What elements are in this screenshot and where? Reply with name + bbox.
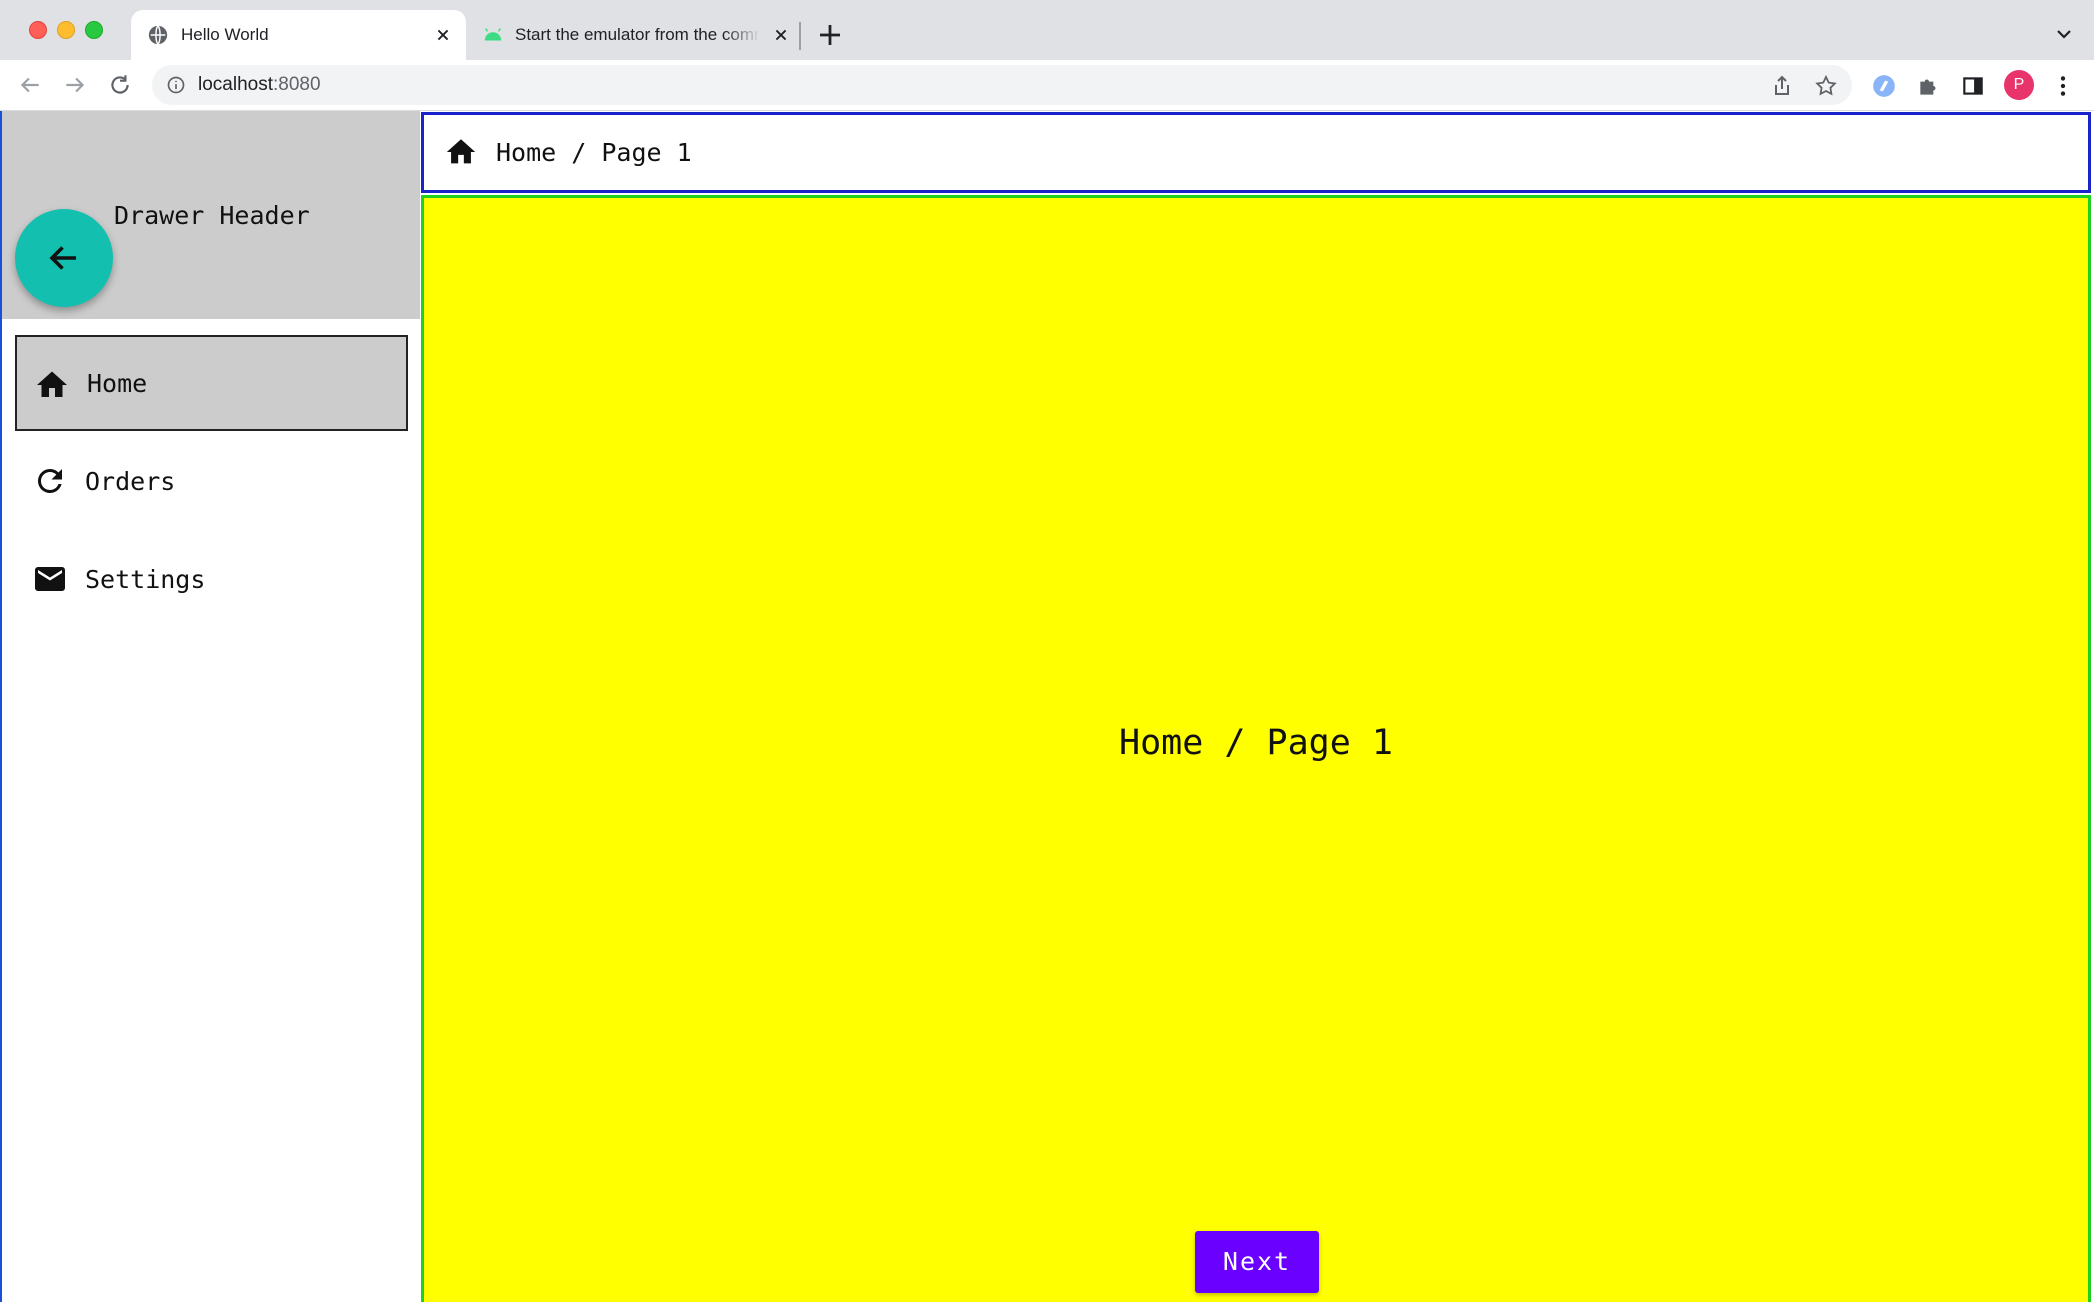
navigation-drawer: Drawer Header Home Orders Settings	[0, 111, 420, 1302]
bookmark-star-icon[interactable]	[1814, 74, 1838, 98]
drawer-item-label: Home	[87, 368, 148, 398]
url-text: localhost:8080	[198, 65, 321, 105]
drawer-item-label: Orders	[85, 466, 176, 496]
window-close-button[interactable]	[29, 21, 47, 39]
tab-title: Hello World	[181, 25, 269, 44]
forward-arrow-icon[interactable]	[62, 72, 88, 98]
main-content: Home / Page 1	[421, 195, 2091, 1302]
close-icon[interactable]	[432, 24, 454, 46]
android-icon	[484, 28, 502, 41]
breadcrumb: Home / Page 1	[496, 138, 692, 167]
browser-tab-emulator[interactable]: Start the emulator from the command line	[470, 10, 800, 60]
drawer-item-orders[interactable]: Orders	[15, 433, 408, 529]
drawer-header-title: Drawer Header	[114, 201, 310, 230]
app-bar: Home / Page 1	[421, 112, 2091, 193]
drawer-item-home[interactable]: Home	[15, 335, 408, 431]
chevron-down-icon[interactable]	[2052, 22, 2076, 46]
profile-avatar[interactable]: P	[2004, 70, 2034, 100]
page-title: Home / Page 1	[1119, 723, 1393, 763]
share-icon[interactable]	[1770, 74, 1794, 98]
address-bar[interactable]: localhost:8080	[152, 65, 1852, 105]
back-arrow-icon[interactable]	[17, 72, 43, 98]
drawer-header: Drawer Header	[2, 111, 420, 319]
home-icon	[37, 371, 67, 397]
browser-tab-bar: Hello World Start the emulator from the …	[0, 0, 2094, 60]
url-port: :8080	[273, 74, 321, 95]
back-fab-button[interactable]	[15, 209, 113, 307]
browser-toolbar: localhost:8080	[0, 60, 2094, 111]
window-maximize-button[interactable]	[85, 21, 103, 39]
more-vert-icon[interactable]	[2050, 73, 2076, 99]
refresh-icon	[37, 468, 62, 493]
info-icon[interactable]	[166, 75, 186, 95]
reload-icon[interactable]	[107, 72, 133, 98]
extension-logo-icon[interactable]	[1871, 73, 1897, 99]
mail-icon	[35, 567, 65, 591]
globe-icon	[148, 25, 168, 45]
side-panel-icon[interactable]	[1960, 73, 1986, 99]
home-icon[interactable]	[444, 135, 478, 169]
drawer-item-label: Settings	[85, 564, 206, 594]
tab-title: Start the emulator from the command line	[515, 25, 760, 44]
page-viewport: Drawer Header Home Orders Settings Home …	[0, 111, 2094, 1302]
url-host: localhost	[198, 74, 273, 95]
arrow-back-icon	[49, 246, 76, 270]
next-button[interactable]: Next	[1195, 1231, 1319, 1293]
window-minimize-button[interactable]	[57, 21, 75, 39]
close-icon[interactable]	[770, 24, 792, 46]
tab-divider	[799, 22, 801, 50]
extensions-puzzle-icon[interactable]	[1916, 73, 1942, 99]
drawer-item-settings[interactable]: Settings	[15, 531, 408, 627]
new-tab-icon[interactable]	[815, 20, 845, 50]
browser-tab-hello-world[interactable]: Hello World	[131, 10, 466, 60]
